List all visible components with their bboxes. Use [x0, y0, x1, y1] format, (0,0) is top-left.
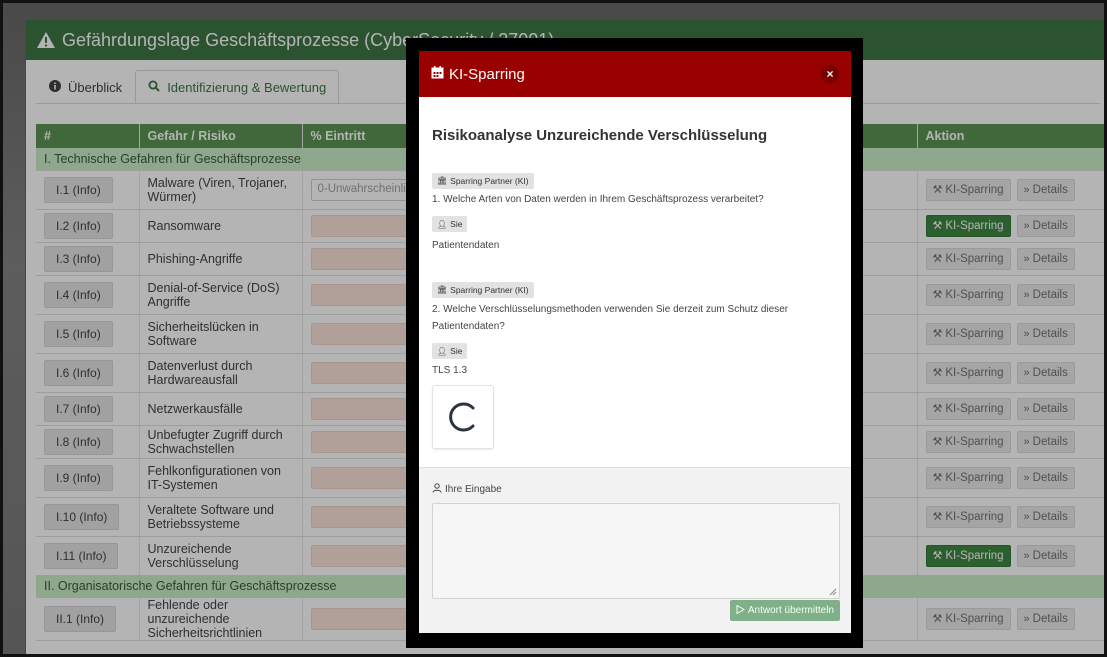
answer-2: TLS 1.3: [432, 365, 468, 376]
chat-message-user-1: 👤︎ Sie Patientendaten: [432, 216, 838, 255]
play-icon: [736, 604, 745, 617]
badge-user-label: Sie: [450, 346, 463, 356]
badge-ai-label: Sparring Partner (KI): [450, 284, 529, 295]
modal-header: KI-Sparring ×: [419, 51, 851, 97]
badge-ai: 🏛︎ Sparring Partner (KI): [432, 172, 534, 189]
answer-1: Patientendaten: [432, 240, 500, 251]
answer-textarea[interactable]: [432, 503, 840, 599]
bank-icon: 🏛︎: [437, 176, 448, 185]
bank-icon: 🏛︎: [437, 285, 448, 294]
modal-heading: Risikoanalyse Unzureichende Verschlüssel…: [432, 127, 768, 144]
badge-user: 👤︎ Sie: [432, 343, 468, 359]
badge-user-label: Sie: [450, 219, 463, 229]
close-button[interactable]: ×: [821, 65, 839, 83]
user-icon: 👤︎: [437, 346, 448, 356]
chat-message-ai-2: 🏛︎ Sparring Partner (KI) 2. Welche Versch…: [432, 281, 838, 335]
screenshot-frame: Gefährdungslage Geschäftsprozesse (Cyber…: [0, 0, 1107, 657]
badge-user: 👤︎ Sie: [432, 216, 468, 232]
badge-ai: 🏛︎ Sparring Partner (KI): [432, 281, 534, 298]
spinner-icon: [449, 402, 475, 432]
question-1: 1. Welche Arten von Daten werden in Ihre…: [432, 193, 764, 205]
question-2: 2. Welche Verschlüsselungsmethoden verwe…: [432, 303, 789, 332]
submit-answer-button[interactable]: Antwort übermitteln: [729, 600, 840, 621]
input-label: Ihre Eingabe: [432, 483, 838, 496]
user-icon: 👤︎: [437, 219, 448, 229]
user-icon: [432, 483, 442, 496]
ki-sparring-modal: KI-Sparring × Risikoanalyse Unzureichend…: [419, 51, 851, 633]
chat-message-ai-1: 🏛︎ Sparring Partner (KI) 1. Welche Arten …: [432, 172, 838, 208]
resize-grip-icon[interactable]: [829, 588, 837, 596]
submit-answer-label: Antwort übermitteln: [747, 605, 834, 616]
modal-title: KI-Sparring: [449, 65, 525, 83]
chat-message-user-2: 👤︎ Sie TLS 1.3: [432, 343, 838, 380]
modal-body: Risikoanalyse Unzureichende Verschlüssel…: [419, 127, 851, 449]
modal-footer: Ihre Eingabe Antwort übermitteln: [419, 467, 851, 633]
calendar-icon: [431, 65, 444, 83]
modal-title-wrap: KI-Sparring: [431, 65, 525, 83]
loading-spinner: [432, 385, 494, 449]
badge-ai-label: Sparring Partner (KI): [450, 175, 529, 186]
input-label-text: Ihre Eingabe: [445, 484, 502, 495]
